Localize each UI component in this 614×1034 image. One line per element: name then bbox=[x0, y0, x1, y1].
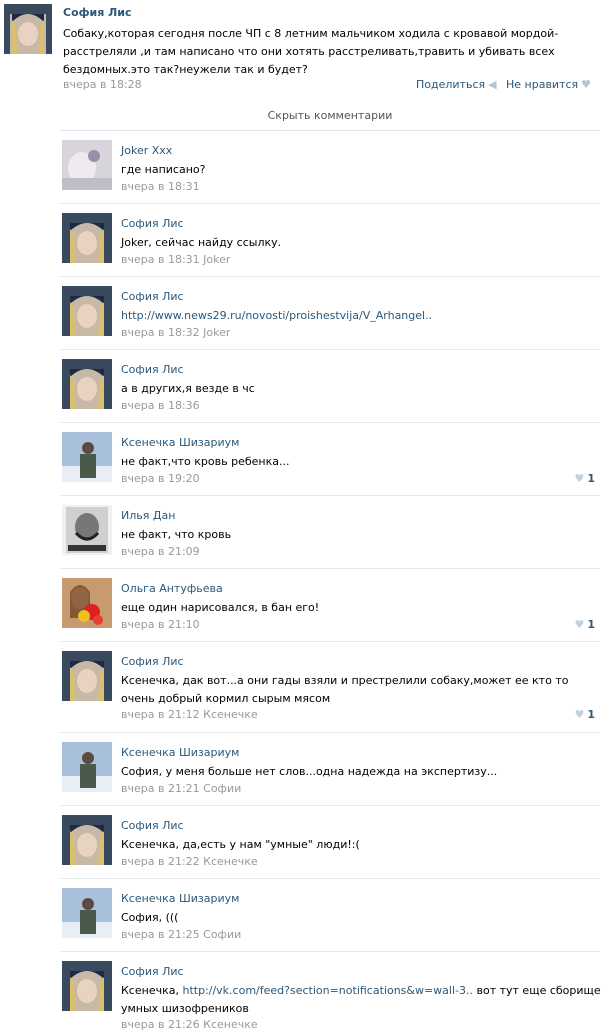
comment: София Лис Ксенечка, да,есть у нам "умные… bbox=[60, 806, 600, 879]
comment: Ксенечка Шизариум не факт,что кровь ребе… bbox=[60, 423, 600, 496]
comment-text: а в других,я везде в чс bbox=[121, 382, 255, 395]
comment-author[interactable]: Ксенечка Шизариум bbox=[121, 892, 239, 905]
comment-text: не факт,что кровь ребенка... bbox=[121, 455, 290, 468]
comment-author[interactable]: Ксенечка Шизариум bbox=[121, 436, 239, 449]
comment-author[interactable]: Ксенечка Шизариум bbox=[121, 746, 239, 759]
comment: Ольга Антуфьева еще один нарисовался, в … bbox=[60, 569, 600, 642]
comment-text-prefix: Ксенечка, bbox=[121, 984, 183, 997]
avatar[interactable] bbox=[62, 432, 112, 482]
comment-link[interactable]: http://vk.com/feed?section=notifications… bbox=[182, 984, 473, 997]
avatar[interactable] bbox=[62, 815, 112, 865]
comment-meta[interactable]: вчера в 18:31 Joker bbox=[121, 253, 230, 266]
comment-author[interactable]: Joker Xxx bbox=[121, 144, 172, 157]
like-button[interactable]: ♥ 1 bbox=[574, 618, 595, 631]
avatar[interactable] bbox=[62, 213, 112, 263]
dislike-button[interactable]: Не нравится ♥ bbox=[506, 78, 591, 91]
avatar[interactable] bbox=[62, 578, 112, 628]
comment-text: не факт, что кровь bbox=[121, 528, 232, 541]
comment: Илья Дан не факт, что кровь вчера в 21:0… bbox=[60, 496, 600, 569]
heart-icon: ♥ bbox=[574, 708, 585, 721]
hide-comments-link[interactable]: Скрыть комментарии bbox=[60, 102, 600, 131]
avatar[interactable] bbox=[62, 651, 112, 701]
comment-meta[interactable]: вчера в 19:20 bbox=[121, 472, 200, 485]
comment-text: Ксенечка, http://vk.com/feed?section=not… bbox=[121, 982, 601, 1018]
comment-author[interactable]: София Лис bbox=[121, 965, 184, 978]
avatar[interactable] bbox=[62, 359, 112, 409]
comment-author[interactable]: Илья Дан bbox=[121, 509, 175, 522]
comment-meta[interactable]: вчера в 21:10 bbox=[121, 618, 200, 631]
comment-text: Joker, сейчас найду ссылку. bbox=[121, 236, 282, 249]
post-time[interactable]: вчера в 18:28 bbox=[63, 78, 142, 91]
comment-author[interactable]: София Лис bbox=[121, 655, 184, 668]
comment-meta[interactable]: вчера в 21:26 Ксенечке bbox=[121, 1018, 258, 1031]
comment-text: где написано? bbox=[121, 163, 206, 176]
comment-text: Ксенечка, да,есть у нам "умные" люди!:( bbox=[121, 838, 360, 851]
comment-meta[interactable]: вчера в 18:31 bbox=[121, 180, 200, 193]
comment-meta[interactable]: вчера в 21:25 Софии bbox=[121, 928, 241, 941]
comment-text: Ксенечка, дак вот...а они гады взяли и п… bbox=[121, 674, 569, 705]
post-author[interactable]: София Лис bbox=[63, 6, 132, 19]
heart-icon: ♥ bbox=[581, 78, 592, 91]
avatar[interactable] bbox=[62, 888, 112, 938]
comment-author[interactable]: София Лис bbox=[121, 819, 184, 832]
avatar[interactable] bbox=[62, 505, 112, 555]
comment-link[interactable]: http://www.news29.ru/novosti/proishestvi… bbox=[121, 309, 432, 322]
comment-meta[interactable]: вчера в 21:21 Софии bbox=[121, 782, 241, 795]
comment-author[interactable]: Ольга Антуфьева bbox=[121, 582, 223, 595]
comment: Ксенечка Шизариум София, у меня больше н… bbox=[60, 733, 600, 806]
comment: Ксенечка Шизариум София, ((( вчера в 21:… bbox=[60, 879, 600, 952]
comment-meta[interactable]: вчера в 21:09 bbox=[121, 545, 200, 558]
comment-meta[interactable]: вчера в 18:32 Joker bbox=[121, 326, 230, 339]
like-count: 1 bbox=[587, 618, 595, 631]
comment: София Лис Ксенечка, http://vk.com/feed?s… bbox=[60, 952, 601, 1034]
comment-author[interactable]: София Лис bbox=[121, 217, 184, 230]
heart-icon: ♥ bbox=[574, 472, 585, 485]
post-text: Собаку,которая сегодня после ЧП с 8 летн… bbox=[63, 27, 559, 76]
avatar[interactable] bbox=[62, 742, 112, 792]
comment: София Лис http://www.news29.ru/novosti/p… bbox=[60, 277, 600, 350]
like-button[interactable]: ♥ 1 bbox=[574, 708, 595, 721]
comment-text: София, у меня больше нет слов...одна над… bbox=[121, 765, 498, 778]
comment-text: еще один нарисовался, в бан его! bbox=[121, 601, 320, 614]
comment-author[interactable]: София Лис bbox=[121, 363, 184, 376]
heart-icon: ♥ bbox=[574, 618, 585, 631]
comment: Joker Xxx где написано? вчера в 18:31 bbox=[60, 131, 600, 204]
megaphone-icon: ◀ bbox=[488, 78, 497, 91]
share-label: Поделиться bbox=[416, 78, 486, 91]
share-button[interactable]: Поделиться ◀ bbox=[416, 78, 497, 91]
comment-meta[interactable]: вчера в 21:22 Ксенечке bbox=[121, 855, 258, 868]
comment-text: http://www.news29.ru/novosti/proishestvi… bbox=[121, 307, 601, 325]
comment-meta[interactable]: вчера в 18:36 bbox=[121, 399, 200, 412]
like-count: 1 bbox=[587, 472, 595, 485]
avatar[interactable] bbox=[62, 961, 112, 1011]
comment-meta[interactable]: вчера в 21:12 Ксенечке bbox=[121, 708, 258, 721]
comment-author[interactable]: София Лис bbox=[121, 290, 184, 303]
dislike-label: Не нравится bbox=[506, 78, 579, 91]
avatar[interactable] bbox=[4, 4, 52, 54]
comment: София Лис Joker, сейчас найду ссылку. вч… bbox=[60, 204, 600, 277]
comment: София Лис а в других,я везде в чс вчера … bbox=[60, 350, 600, 423]
avatar[interactable] bbox=[62, 286, 112, 336]
comment-text: София, ((( bbox=[121, 911, 179, 924]
like-count: 1 bbox=[587, 708, 595, 721]
comment: София Лис Ксенечка, дак вот...а они гады… bbox=[60, 642, 600, 733]
avatar[interactable] bbox=[62, 140, 112, 190]
like-button[interactable]: ♥ 1 bbox=[574, 472, 595, 485]
